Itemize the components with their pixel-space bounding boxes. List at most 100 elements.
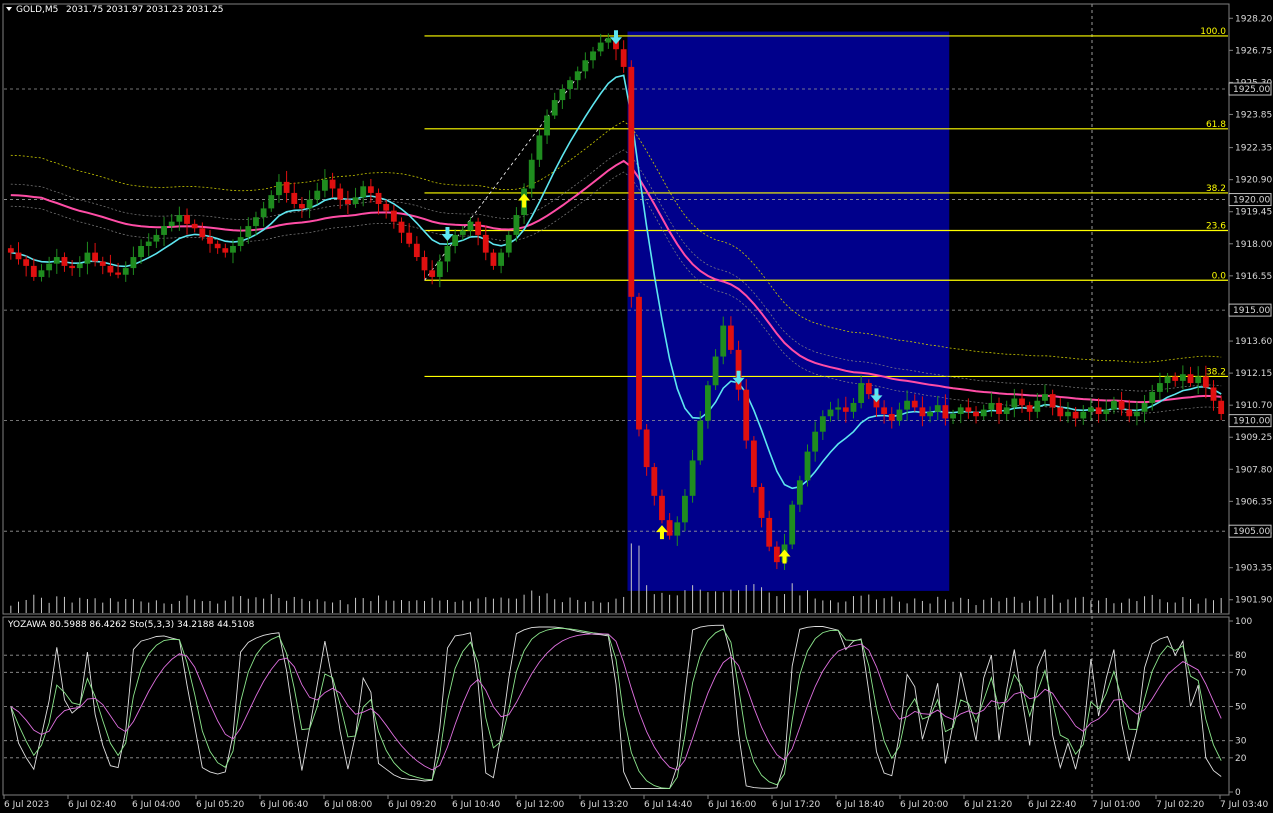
time-axis-label: 6 Jul 12:00 (516, 800, 565, 810)
candle-body (1003, 407, 1010, 415)
oscillator-axis-label: 0 (1235, 788, 1241, 798)
candle-body (360, 186, 367, 198)
price-marker-label: 1920.00 (1233, 196, 1270, 206)
oscillator-axis-label: 80 (1235, 651, 1247, 661)
candle-body (107, 265, 114, 273)
candle-body (919, 407, 926, 417)
candle-body (207, 237, 213, 244)
candle-body (1210, 387, 1217, 401)
candle-body (7, 248, 14, 253)
candle-body (682, 495, 688, 523)
trading-chart[interactable]: 100.0 61.8 38.2 23.6 0.0 38.2 1928.20 1926.75 1… (0, 0, 1273, 813)
candle-body (291, 192, 298, 204)
candle-body (237, 237, 244, 246)
candle-body (23, 259, 30, 266)
time-axis-label: 6 Jul 13:20 (580, 800, 629, 810)
candle-body (406, 232, 413, 244)
candle-body (881, 407, 888, 415)
price-axis-label: 1918.00 (1235, 240, 1272, 250)
candle-body (53, 257, 60, 264)
candle-body (390, 210, 397, 222)
candle-body (115, 272, 121, 275)
time-axis-label: 6 Jul 17:20 (772, 800, 821, 810)
candle-body (475, 221, 482, 235)
candle-body (1179, 374, 1186, 381)
candle-body (245, 226, 252, 238)
candle-body (574, 71, 581, 81)
price-marker-label: 1915.00 (1233, 306, 1270, 316)
candle-body (1202, 376, 1209, 388)
price-axis-label: 1901.90 (1235, 596, 1272, 606)
candle-body (582, 60, 589, 72)
candle-body (1133, 411, 1140, 417)
candle-body (942, 405, 949, 419)
candle-body (1095, 407, 1102, 415)
candle-body (76, 263, 83, 269)
candle-body (268, 195, 275, 209)
candle-body (643, 429, 650, 468)
candle-body (842, 407, 849, 412)
highlight-box (627, 31, 950, 591)
candle-body (138, 245, 144, 258)
candle-body (429, 270, 436, 277)
fib-level-label: 100.0 (1200, 27, 1226, 37)
candle-body (421, 257, 428, 271)
candle-body (705, 385, 711, 421)
candle-body (513, 215, 520, 235)
candle-body (1019, 398, 1025, 406)
time-axis-label: 6 Jul 18:40 (836, 800, 885, 810)
candle-body (858, 383, 865, 403)
price-axis-label: 1906.35 (1235, 497, 1272, 507)
candle-body (674, 522, 681, 536)
time-axis-label: 6 Jul 2023 (4, 800, 49, 810)
candle-body (996, 402, 1002, 415)
price-axis-label: 1920.90 (1235, 176, 1272, 186)
candle-body (973, 411, 979, 417)
fib-level-label: 38.2 (1206, 184, 1226, 194)
candle-body (61, 257, 68, 266)
candle-body (1111, 400, 1117, 410)
candle-body (230, 245, 236, 253)
candle-body (92, 252, 99, 262)
candle-body (697, 420, 704, 461)
time-axis-label: 6 Jul 09:20 (388, 800, 437, 810)
candle-body (222, 248, 229, 253)
candle-body (375, 192, 382, 204)
candle-body (413, 243, 420, 258)
candle-body (367, 186, 374, 193)
price-axis-label: 1928.20 (1235, 14, 1272, 24)
candle-body (352, 197, 359, 204)
candle-body (904, 400, 911, 410)
candle-body (383, 203, 390, 211)
chart-header: GOLD,M5 2031.75 2031.97 2031.23 2031.25 (6, 5, 223, 15)
candle-body (927, 411, 933, 417)
price-axis-label: 1912.15 (1235, 369, 1272, 379)
candle-body (99, 261, 106, 266)
time-axis-label: 6 Jul 06:40 (260, 800, 309, 810)
fib-level-label: 0.0 (1212, 271, 1227, 281)
candle-body (559, 89, 566, 101)
candle-body (528, 159, 535, 189)
candle-body (743, 389, 750, 441)
candle-body (812, 431, 819, 452)
candle-body (306, 199, 313, 209)
price-marker-label: 1905.00 (1233, 527, 1270, 537)
candle-body (888, 414, 895, 421)
candle-body (1156, 383, 1163, 392)
candle-body (720, 325, 727, 357)
candle-body (1149, 391, 1156, 403)
candle-body (329, 179, 336, 189)
candle-body (980, 409, 987, 417)
candle-body (1172, 376, 1179, 381)
candle-body (161, 226, 167, 235)
candle-body (850, 402, 857, 412)
candle-body (122, 268, 129, 275)
candle-body (957, 407, 964, 415)
candle-body (965, 407, 972, 412)
candle-body (865, 383, 872, 395)
time-axis-label: 6 Jul 08:00 (324, 800, 373, 810)
price-axis-label: 1910.70 (1235, 401, 1272, 411)
oscillator-axis-label: 30 (1235, 737, 1247, 747)
candle-body (1141, 402, 1148, 412)
price-axis-label: 1916.55 (1235, 272, 1272, 282)
